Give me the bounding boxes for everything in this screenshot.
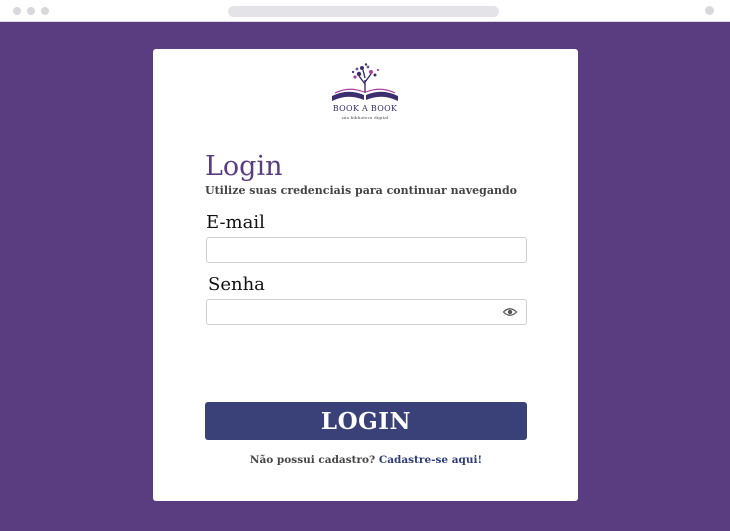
browser-menu-dot[interactable] [705,6,714,15]
password-field[interactable] [206,299,527,325]
email-label: E-mail [206,212,265,233]
page-title: Login [205,151,283,182]
email-field[interactable] [206,237,527,263]
window-maximize-dot[interactable] [41,7,49,15]
browser-chrome [0,0,730,22]
brand-tagline: sua biblioteca digital [341,115,389,120]
address-bar[interactable] [228,6,499,17]
window-close-dot[interactable] [13,7,21,15]
book-tree-logo-icon [332,63,398,101]
signup-link[interactable]: Cadastre-se aqui! [379,454,482,466]
login-card: BOOK A BOOK sua biblioteca digital Login… [153,49,578,501]
signup-prompt-text: Não possui cadastro? [249,454,376,466]
window-minimize-dot[interactable] [27,7,35,15]
brand-name: BOOK A BOOK [332,104,398,113]
eye-icon[interactable] [502,304,518,320]
page-subtitle: Utilize suas credenciais para continuar … [205,184,517,197]
password-label: Senha [208,274,265,295]
signup-prompt: Não possui cadastro? Cadastre-se aqui! [205,454,527,466]
login-button[interactable]: LOGIN [205,402,527,440]
page-background: BOOK A BOOK sua biblioteca digital Login… [0,22,730,531]
brand-logo: BOOK A BOOK sua biblioteca digital [326,62,404,126]
